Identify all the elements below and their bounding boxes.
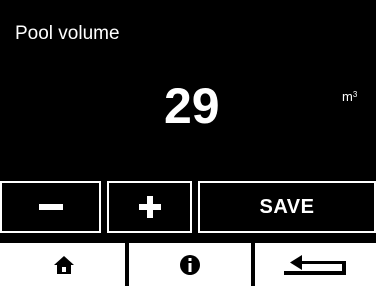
- pool-volume-screen: Pool volume 29 m3 SAVE: [0, 0, 376, 286]
- minus-icon: [38, 203, 63, 211]
- home-icon: [53, 255, 74, 274]
- info-button[interactable]: [127, 243, 253, 286]
- back-button[interactable]: [253, 243, 376, 286]
- plus-icon: [138, 196, 161, 218]
- volume-value: 29: [164, 78, 220, 134]
- volume-unit: m3: [342, 89, 357, 105]
- increase-button[interactable]: [107, 181, 192, 233]
- decrease-button[interactable]: [0, 181, 101, 233]
- unit-base: m: [342, 89, 353, 104]
- save-button-label: SAVE: [259, 196, 315, 218]
- info-icon: [180, 254, 200, 275]
- page-title: Pool volume: [15, 23, 120, 44]
- save-button[interactable]: SAVE: [198, 181, 376, 233]
- bottom-navbar: [0, 243, 376, 286]
- back-arrow-icon: [283, 254, 346, 275]
- home-button[interactable]: [0, 243, 127, 286]
- unit-exponent: 3: [352, 90, 358, 99]
